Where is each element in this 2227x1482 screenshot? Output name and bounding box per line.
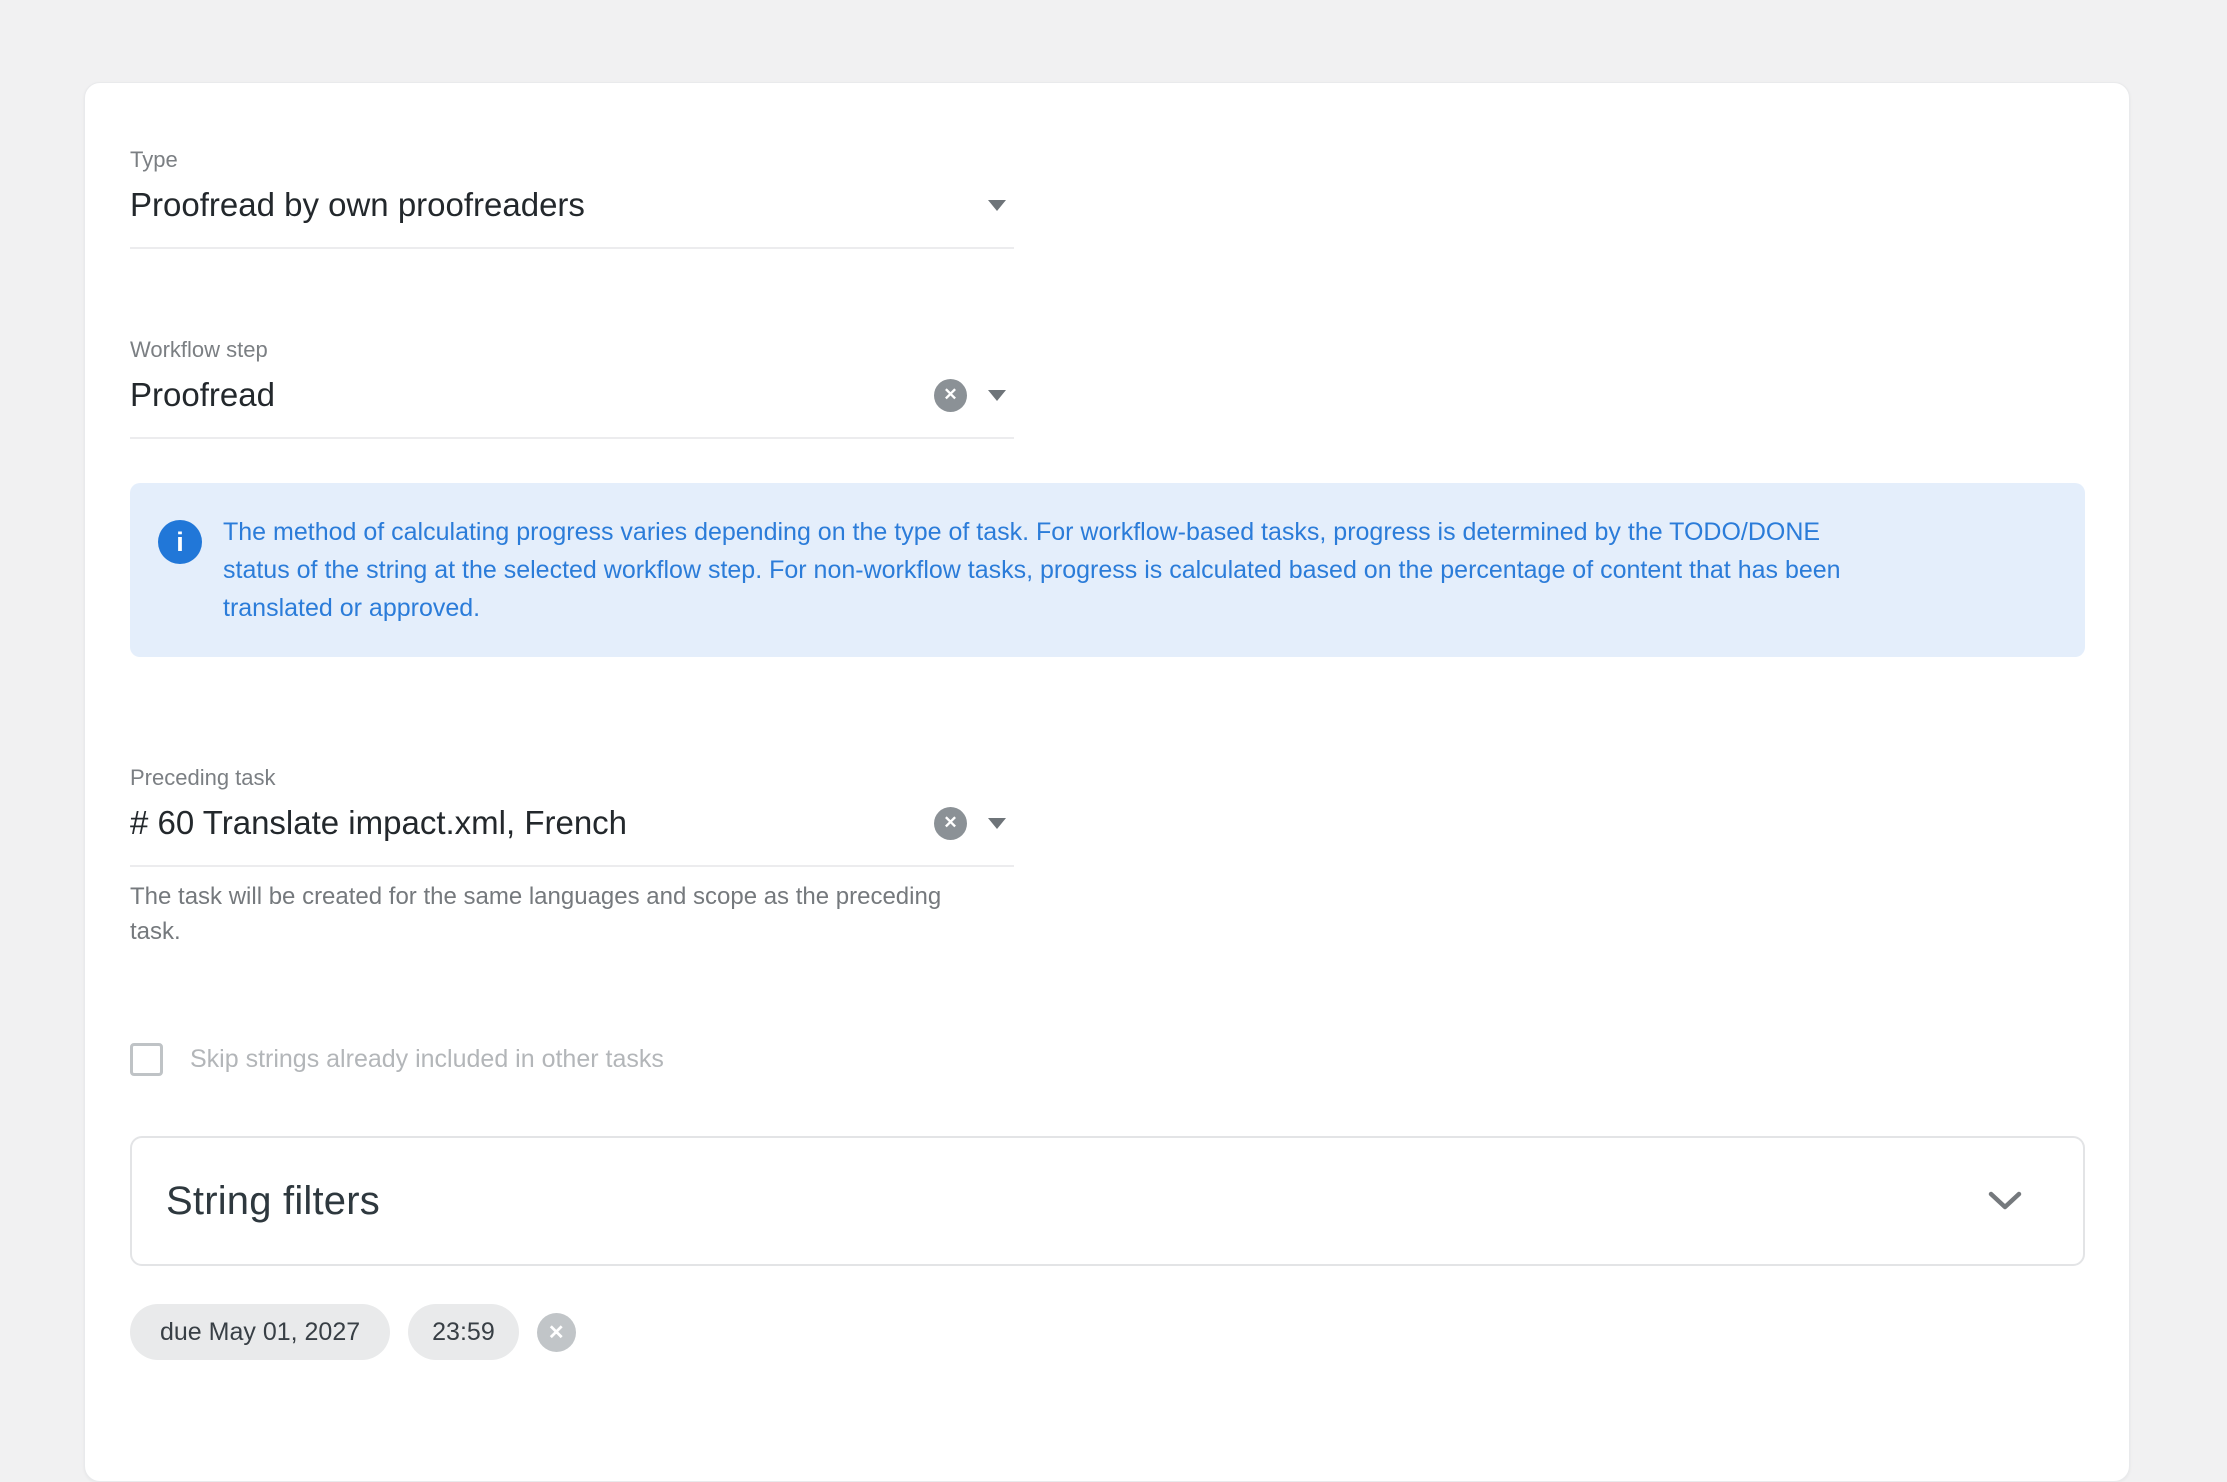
close-icon: ✕ xyxy=(548,1320,565,1345)
preceding-task-field: Preceding task # 60 Translate impact.xml… xyxy=(130,765,1014,949)
due-date-chip[interactable]: due May 01, 2027 xyxy=(130,1304,390,1360)
progress-info-note: i The method of calculating progress var… xyxy=(130,483,2085,657)
skip-strings-checkbox[interactable] xyxy=(130,1043,163,1076)
preceding-task-select-value: # 60 Translate impact.xml, French xyxy=(130,803,934,843)
workflow-step-select[interactable]: Proofread ✕ xyxy=(130,375,1014,439)
close-icon: ✕ xyxy=(943,813,957,833)
progress-info-text: The method of calculating progress varie… xyxy=(223,513,1841,627)
caret-down-icon xyxy=(988,390,1006,401)
progress-info-line: translated or approved. xyxy=(223,589,1841,627)
caret-down-icon xyxy=(988,818,1006,829)
task-form-card: Type Proofread by own proofreaders Workf… xyxy=(84,82,2130,1482)
due-date-chips-row: due May 01, 2027 23:59 ✕ xyxy=(130,1304,2084,1360)
info-icon: i xyxy=(158,520,202,564)
preceding-task-helper-text: The task will be created for the same la… xyxy=(130,879,1014,949)
type-select[interactable]: Proofread by own proofreaders xyxy=(130,185,1014,249)
caret-down-icon xyxy=(988,200,1006,211)
preceding-task-helper-line: task. xyxy=(130,914,1014,949)
workflow-step-label: Workflow step xyxy=(130,337,1014,363)
info-icon-glyph: i xyxy=(176,527,184,558)
type-field: Type Proofread by own proofreaders xyxy=(130,147,1014,249)
close-icon: ✕ xyxy=(943,385,957,405)
preceding-task-select[interactable]: # 60 Translate impact.xml, French ✕ xyxy=(130,803,1014,867)
clear-workflow-step-button[interactable]: ✕ xyxy=(934,379,967,412)
preceding-task-helper-line: The task will be created for the same la… xyxy=(130,879,1014,914)
clear-preceding-task-button[interactable]: ✕ xyxy=(934,807,967,840)
string-filters-accordion[interactable]: String filters xyxy=(130,1136,2085,1266)
skip-strings-checkbox-label: Skip strings already included in other t… xyxy=(190,1045,664,1074)
remove-due-date-button[interactable]: ✕ xyxy=(537,1313,576,1352)
workflow-step-select-value: Proofread xyxy=(130,375,934,415)
chevron-down-icon xyxy=(1987,1190,2023,1212)
task-form-content: Type Proofread by own proofreaders Workf… xyxy=(85,83,2129,1360)
workflow-step-field: Workflow step Proofread ✕ xyxy=(130,337,1014,439)
preceding-task-label: Preceding task xyxy=(130,765,1014,791)
type-field-label: Type xyxy=(130,147,1014,173)
string-filters-title: String filters xyxy=(166,1179,380,1224)
task-form-screen: Type Proofread by own proofreaders Workf… xyxy=(0,0,2227,1415)
progress-info-line: status of the string at the selected wor… xyxy=(223,551,1841,589)
due-time-chip[interactable]: 23:59 xyxy=(408,1304,519,1360)
type-select-value: Proofread by own proofreaders xyxy=(130,185,988,225)
skip-strings-checkbox-row: Skip strings already included in other t… xyxy=(130,1043,2084,1076)
progress-info-line: The method of calculating progress varie… xyxy=(223,513,1841,551)
